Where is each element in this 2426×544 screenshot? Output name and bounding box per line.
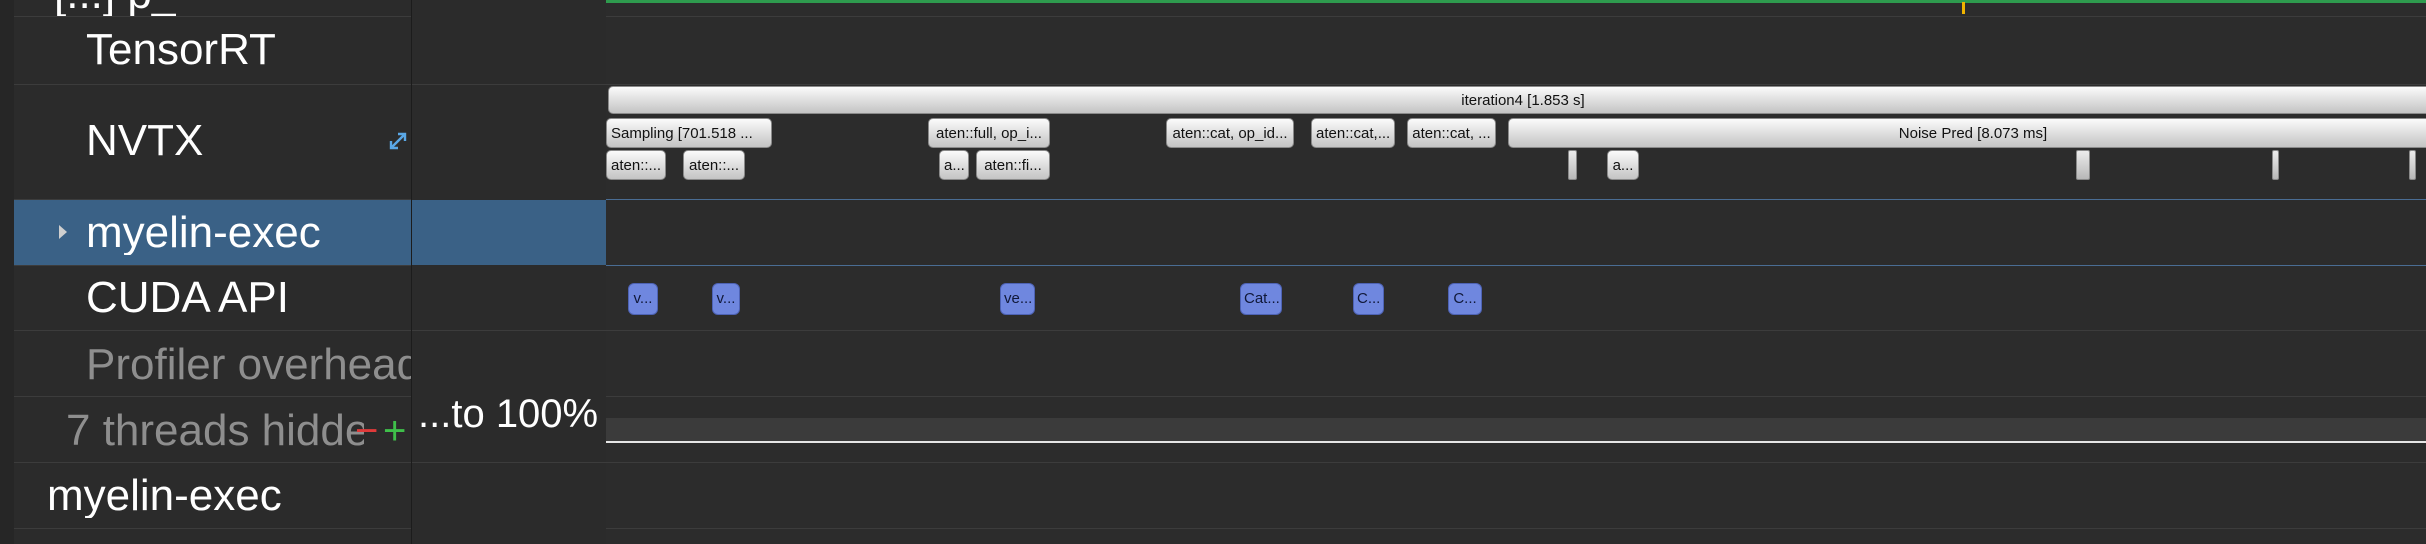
tree-row-myelin-exec[interactable]: myelin-exec — [14, 463, 411, 529]
row-divider — [412, 330, 606, 331]
row-divider — [606, 16, 2426, 17]
nvtx-range[interactable]: Sampling [701.518 ... — [606, 118, 772, 148]
tree-row-threads-hidden[interactable]: 7 threads hidden − + — [14, 397, 411, 463]
nvtx-subrange[interactable]: aten::fi... — [976, 150, 1050, 180]
utilization-line — [606, 441, 2426, 443]
tree-row-label: myelin-exec — [86, 211, 321, 255]
tree-row-label: NVTX — [86, 119, 204, 163]
tree-row-label: myelin-exec — [47, 474, 282, 518]
expand-icon[interactable] — [387, 130, 409, 152]
percent-column: ...to 100% — [411, 0, 607, 544]
tree-row-label: CUDA API — [86, 276, 289, 320]
expand-plus-button[interactable]: + — [383, 411, 406, 451]
nvtx-tick[interactable] — [2076, 150, 2090, 180]
tree-row-tensorrt[interactable]: TensorRT — [14, 17, 411, 85]
collapse-minus-button[interactable]: − — [355, 411, 378, 451]
nvtx-tick[interactable] — [2272, 150, 2279, 180]
selected-row-top-border — [606, 199, 2426, 200]
nvtx-range[interactable]: aten::cat, ... — [1407, 118, 1496, 148]
nvtx-subrange[interactable]: aten::... — [683, 150, 745, 180]
row-divider — [606, 396, 2426, 397]
utilization-band — [606, 418, 2426, 441]
cuda-api-call[interactable]: ve... — [1000, 283, 1035, 315]
cuda-api-call[interactable]: Cat... — [1240, 283, 1282, 315]
tree-row-nvtx[interactable]: NVTX — [14, 85, 411, 200]
tree-row-myelin-exec-selected[interactable]: myelin-exec — [14, 200, 411, 266]
expand-arrow-icon[interactable] — [59, 225, 67, 239]
tree-row-label: TensorRT — [86, 28, 276, 72]
nvtx-subrange[interactable]: a... — [1607, 150, 1639, 180]
nvtx-range[interactable]: aten::cat, op_id... — [1166, 118, 1294, 148]
nvtx-tick[interactable] — [1568, 150, 1577, 180]
tree-row-label: Profiler overhead — [86, 343, 411, 387]
tree-row-label: [...] p_ — [54, 0, 176, 16]
percent-label: ...to 100% — [418, 392, 599, 436]
cuda-api-call[interactable]: v... — [712, 283, 740, 315]
row-divider — [606, 528, 2426, 529]
time-marker — [1962, 2, 1965, 14]
nvtx-range-noise-pred[interactable]: Noise Pred [8.073 ms] — [1508, 118, 2426, 148]
row-divider — [412, 462, 606, 463]
tree-row-top[interactable]: [...] p_ — [14, 0, 411, 17]
selected-row-highlight — [412, 200, 606, 265]
tree-row-profiler-overhead[interactable]: Profiler overhead — [14, 331, 411, 397]
tree-row-cuda-api[interactable]: CUDA API — [14, 266, 411, 331]
nvtx-range[interactable]: aten::full, op_i... — [928, 118, 1050, 148]
nvtx-range[interactable]: aten::cat,... — [1311, 118, 1395, 148]
timeline-tree-panel: [...] p_ TensorRT NVTX myelin-exec CUDA … — [14, 0, 411, 544]
selected-row-bottom-border — [606, 265, 2426, 266]
tree-row-label: 7 threads hidden — [66, 409, 364, 453]
timeline-area[interactable]: iteration4 [1.853 s] Sampling [701.518 .… — [606, 0, 2426, 544]
nvtx-subrange[interactable]: a... — [939, 150, 969, 180]
row-divider — [606, 84, 2426, 85]
nvtx-tick[interactable] — [2409, 150, 2416, 180]
cuda-api-call[interactable]: v... — [628, 283, 658, 315]
cuda-api-call[interactable]: C... — [1353, 283, 1384, 315]
left-gutter — [0, 0, 14, 544]
row-divider — [606, 462, 2426, 463]
nvtx-iteration-range[interactable]: iteration4 [1.853 s] — [608, 86, 2426, 114]
row-divider — [606, 330, 2426, 331]
top-activity-line — [606, 0, 2426, 3]
row-divider — [412, 84, 606, 85]
nvtx-subrange[interactable]: aten::... — [606, 150, 666, 180]
cuda-api-call[interactable]: C... — [1448, 283, 1482, 315]
